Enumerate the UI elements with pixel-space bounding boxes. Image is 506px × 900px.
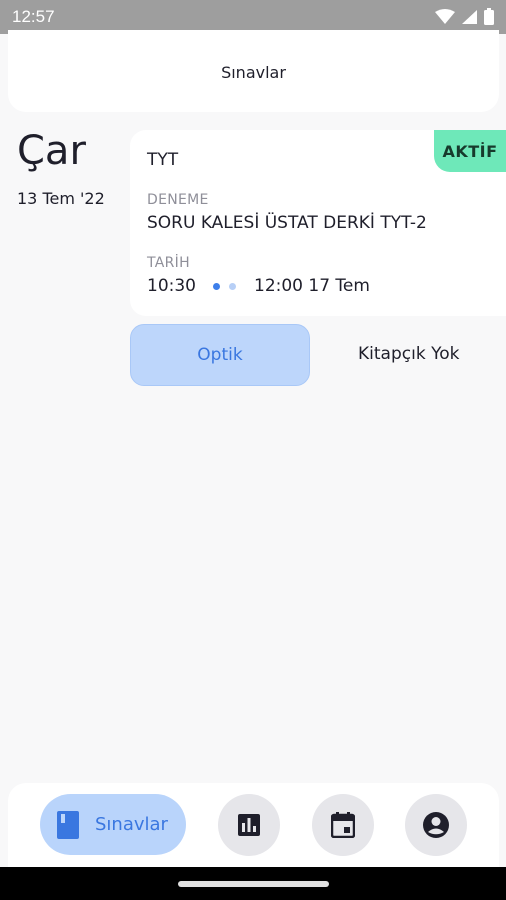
nav-item-profile[interactable] xyxy=(405,794,467,856)
tarih-label: TARİH xyxy=(147,255,190,271)
day-name: Çar xyxy=(17,128,86,174)
nav-item-label: Sınavlar xyxy=(95,814,168,835)
exam-type: TYT xyxy=(147,150,179,170)
calendar-icon xyxy=(331,812,355,838)
account-icon xyxy=(423,812,449,838)
time-range: 10:30 12:00 17 Tem xyxy=(147,276,370,296)
end-time: 12:00 17 Tem xyxy=(254,276,370,296)
status-badge: AKTİF xyxy=(434,130,506,172)
booklet-status: Kitapçık Yok xyxy=(358,344,460,364)
day-date: 13 Tem '22 xyxy=(17,189,105,208)
book-icon xyxy=(57,810,79,839)
gesture-handle[interactable] xyxy=(178,881,329,887)
optik-button[interactable]: Optik xyxy=(130,324,310,386)
exam-card[interactable]: AKTİF TYT DENEME SORU KALESİ ÜSTAT DERKİ… xyxy=(130,130,506,316)
battery-icon xyxy=(484,8,494,25)
start-time: 10:30 xyxy=(147,276,196,296)
bottom-nav: Sınavlar xyxy=(8,783,499,867)
dot-icon xyxy=(213,282,220,290)
deneme-value: SORU KALESİ ÜSTAT DERKİ TYT-2 xyxy=(147,213,427,233)
dot-icon xyxy=(229,282,236,290)
time-separator-dots xyxy=(213,282,236,290)
status-icons xyxy=(435,8,494,25)
deneme-label: DENEME xyxy=(147,192,209,208)
status-bar: 12:57 xyxy=(0,0,506,34)
wifi-icon xyxy=(435,8,455,24)
bar-chart-icon xyxy=(238,814,260,836)
nav-item-calendar[interactable] xyxy=(312,794,374,856)
nav-item-stats[interactable] xyxy=(218,794,280,856)
nav-item-exams[interactable]: Sınavlar xyxy=(40,794,186,855)
system-navigation-bar xyxy=(0,867,506,900)
status-time: 12:57 xyxy=(12,7,55,26)
signal-icon xyxy=(462,9,477,24)
app-header: Sınavlar xyxy=(8,30,499,112)
page-title: Sınavlar xyxy=(221,63,286,82)
